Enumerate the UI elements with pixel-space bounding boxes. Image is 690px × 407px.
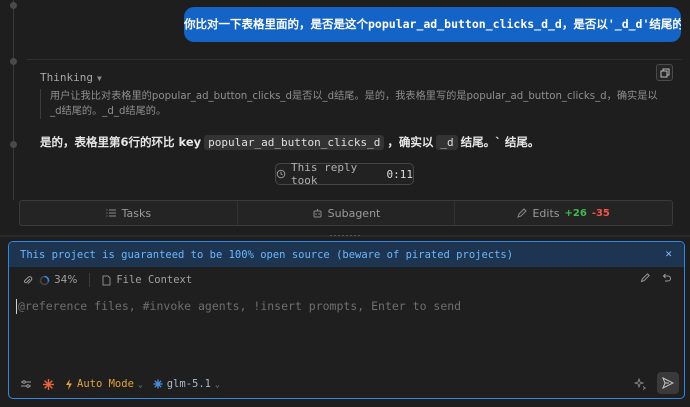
chevron-down-icon: ⌄ xyxy=(137,379,143,389)
prompt-input[interactable]: @reference files, #invoke agents, !inser… xyxy=(18,299,461,313)
timeline-dot xyxy=(10,2,17,9)
timeline-dot xyxy=(10,58,17,65)
reply-time-badge: This reply took 0:11 xyxy=(275,161,414,187)
user-message-bubble: 你比对一下表格里面的，是否是这个popular_ad_button_clicks… xyxy=(184,7,681,42)
sparkle-icon[interactable] xyxy=(634,378,646,390)
chevron-down-icon: ▼ xyxy=(96,74,102,83)
copy-icon xyxy=(660,68,670,78)
edits-tab[interactable]: Edits +26 -35 xyxy=(455,201,672,225)
tasks-label: Tasks xyxy=(121,206,152,220)
file-icon xyxy=(102,275,111,286)
edit-icon[interactable] xyxy=(640,272,651,283)
context-actions xyxy=(640,272,672,283)
agent-toolbar: Tasks Subagent Edits +26 -35 xyxy=(19,200,673,226)
context-usage-indicator: 34% xyxy=(39,274,77,286)
subagent-label: Subagent xyxy=(327,206,381,220)
model-label: glm-5.1 xyxy=(166,378,211,390)
list-icon xyxy=(106,208,117,218)
notice-text: This project is guaranteed to be 100% op… xyxy=(20,248,514,261)
notice-banner: This project is guaranteed to be 100% op… xyxy=(9,242,684,267)
chevron-down-icon: ⌄ xyxy=(215,379,220,389)
file-context-button[interactable]: File Context xyxy=(102,274,192,286)
reply-time-label: This reply took xyxy=(291,161,358,187)
subagent-tab[interactable]: Subagent xyxy=(238,201,456,225)
reply-time-value: 0:11 xyxy=(386,167,414,181)
send-button[interactable] xyxy=(657,372,679,394)
robot-icon xyxy=(312,208,323,219)
thinking-toggle[interactable]: Thinking ▼ xyxy=(40,71,102,84)
history-icon xyxy=(276,169,286,179)
mode-selector[interactable]: Auto Mode ⌄ xyxy=(65,378,143,390)
splitter-handle[interactable] xyxy=(320,234,370,237)
context-percent: 34% xyxy=(54,274,78,286)
mode-label: Auto Mode xyxy=(77,378,134,390)
chat-area: 你比对一下表格里面的，是否是这个popular_ad_button_clicks… xyxy=(0,0,690,237)
edits-label: Edits xyxy=(532,206,560,220)
answer-middle: ，确实以 xyxy=(387,135,434,149)
progress-ring-icon xyxy=(39,275,50,286)
close-icon[interactable]: ✕ xyxy=(665,247,672,260)
assistant-answer: 是的，表格里第6行的环比 key popular_ad_button_click… xyxy=(40,134,539,150)
lines-removed: -35 xyxy=(591,207,610,219)
copy-button[interactable] xyxy=(656,64,673,81)
undo-icon[interactable] xyxy=(661,272,672,283)
lines-added: +26 xyxy=(564,207,587,219)
starburst-icon[interactable] xyxy=(42,378,55,391)
answer-suffix: 结尾。` 结尾。 xyxy=(460,135,540,149)
paperclip-icon[interactable] xyxy=(22,275,33,286)
timeline-line xyxy=(13,0,14,200)
lightning-icon xyxy=(65,378,73,390)
model-icon xyxy=(153,379,163,389)
inline-code: popular_ad_button_clicks_d xyxy=(204,134,385,150)
context-row: 34% File Context xyxy=(9,269,684,291)
input-bottom-bar: Auto Mode ⌄ glm-5.1 ⌄ xyxy=(9,370,684,398)
tasks-tab[interactable]: Tasks xyxy=(20,201,238,225)
file-context-label: File Context xyxy=(116,274,193,286)
text-caret xyxy=(16,299,17,314)
divider xyxy=(89,273,91,287)
pencil-icon xyxy=(517,208,528,218)
model-selector[interactable]: glm-5.1 ⌄ xyxy=(153,378,220,390)
send-icon xyxy=(662,377,674,389)
answer-prefix: 是的，表格里第6行的环比 key xyxy=(40,135,202,149)
thinking-label: Thinking xyxy=(40,71,93,84)
inline-code: _d xyxy=(436,134,458,150)
timeline-dot xyxy=(10,141,17,148)
input-panel: This project is guaranteed to be 100% op… xyxy=(8,241,685,399)
message-divider xyxy=(27,59,682,60)
thinking-content: 用户让我比对表格里的popular_ad_button_clicks_d是否以_… xyxy=(40,89,662,119)
sliders-icon[interactable] xyxy=(20,379,32,389)
